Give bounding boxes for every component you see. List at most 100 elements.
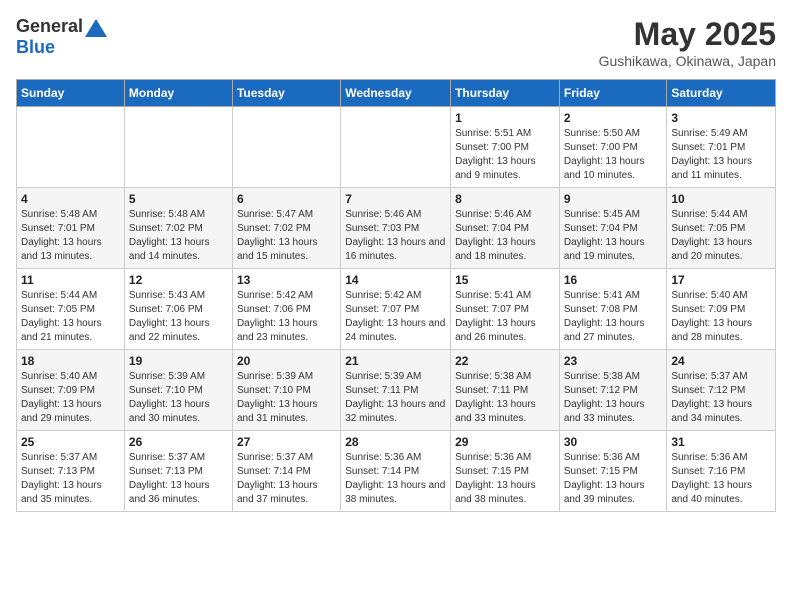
day-number: 6 — [237, 192, 336, 206]
cell-w3-d2: 13 Sunrise: 5:42 AMSunset: 7:06 PMDaylig… — [232, 269, 340, 350]
day-info: Sunrise: 5:48 AMSunset: 7:01 PMDaylight:… — [21, 208, 120, 264]
header-friday: Friday — [559, 80, 667, 107]
day-number: 27 — [237, 435, 336, 449]
header-wednesday: Wednesday — [341, 80, 451, 107]
logo-blue-text: Blue — [16, 37, 55, 57]
cell-w2-d5: 9 Sunrise: 5:45 AMSunset: 7:04 PMDayligh… — [559, 188, 667, 269]
day-number: 31 — [671, 435, 771, 449]
header-saturday: Saturday — [667, 80, 776, 107]
cell-w4-d4: 22 Sunrise: 5:38 AMSunset: 7:11 PMDaylig… — [451, 350, 560, 431]
cell-w2-d2: 6 Sunrise: 5:47 AMSunset: 7:02 PMDayligh… — [232, 188, 340, 269]
day-info: Sunrise: 5:50 AMSunset: 7:00 PMDaylight:… — [564, 127, 663, 183]
day-number: 24 — [671, 354, 771, 368]
day-number: 4 — [21, 192, 120, 206]
week-row-3: 11 Sunrise: 5:44 AMSunset: 7:05 PMDaylig… — [17, 269, 776, 350]
day-number: 13 — [237, 273, 336, 287]
day-info: Sunrise: 5:36 AMSunset: 7:15 PMDaylight:… — [564, 451, 663, 507]
week-row-5: 25 Sunrise: 5:37 AMSunset: 7:13 PMDaylig… — [17, 431, 776, 512]
day-number: 10 — [671, 192, 771, 206]
day-info: Sunrise: 5:40 AMSunset: 7:09 PMDaylight:… — [671, 289, 771, 345]
day-info: Sunrise: 5:46 AMSunset: 7:04 PMDaylight:… — [455, 208, 555, 264]
day-info: Sunrise: 5:51 AMSunset: 7:00 PMDaylight:… — [455, 127, 555, 183]
day-number: 9 — [564, 192, 663, 206]
cell-w5-d6: 31 Sunrise: 5:36 AMSunset: 7:16 PMDaylig… — [667, 431, 776, 512]
calendar-table: Sunday Monday Tuesday Wednesday Thursday… — [16, 79, 776, 512]
month-year-title: May 2025 — [599, 16, 776, 53]
day-info: Sunrise: 5:36 AMSunset: 7:16 PMDaylight:… — [671, 451, 771, 507]
day-number: 26 — [129, 435, 228, 449]
day-info: Sunrise: 5:37 AMSunset: 7:13 PMDaylight:… — [21, 451, 120, 507]
day-info: Sunrise: 5:41 AMSunset: 7:07 PMDaylight:… — [455, 289, 555, 345]
cell-w3-d6: 17 Sunrise: 5:40 AMSunset: 7:09 PMDaylig… — [667, 269, 776, 350]
day-info: Sunrise: 5:47 AMSunset: 7:02 PMDaylight:… — [237, 208, 336, 264]
day-info: Sunrise: 5:46 AMSunset: 7:03 PMDaylight:… — [345, 208, 446, 264]
day-info: Sunrise: 5:40 AMSunset: 7:09 PMDaylight:… — [21, 370, 120, 426]
day-number: 5 — [129, 192, 228, 206]
cell-w3-d0: 11 Sunrise: 5:44 AMSunset: 7:05 PMDaylig… — [17, 269, 125, 350]
day-info: Sunrise: 5:42 AMSunset: 7:07 PMDaylight:… — [345, 289, 446, 345]
cell-w5-d1: 26 Sunrise: 5:37 AMSunset: 7:13 PMDaylig… — [124, 431, 232, 512]
day-info: Sunrise: 5:41 AMSunset: 7:08 PMDaylight:… — [564, 289, 663, 345]
cell-w3-d5: 16 Sunrise: 5:41 AMSunset: 7:08 PMDaylig… — [559, 269, 667, 350]
day-info: Sunrise: 5:37 AMSunset: 7:13 PMDaylight:… — [129, 451, 228, 507]
day-number: 12 — [129, 273, 228, 287]
day-info: Sunrise: 5:45 AMSunset: 7:04 PMDaylight:… — [564, 208, 663, 264]
day-number: 15 — [455, 273, 555, 287]
cell-w1-d4: 1 Sunrise: 5:51 AMSunset: 7:00 PMDayligh… — [451, 107, 560, 188]
day-info: Sunrise: 5:36 AMSunset: 7:14 PMDaylight:… — [345, 451, 446, 507]
day-number: 21 — [345, 354, 446, 368]
cell-w1-d2 — [232, 107, 340, 188]
cell-w4-d5: 23 Sunrise: 5:38 AMSunset: 7:12 PMDaylig… — [559, 350, 667, 431]
day-info: Sunrise: 5:37 AMSunset: 7:14 PMDaylight:… — [237, 451, 336, 507]
logo-icon — [85, 19, 107, 37]
cell-w4-d6: 24 Sunrise: 5:37 AMSunset: 7:12 PMDaylig… — [667, 350, 776, 431]
cell-w3-d4: 15 Sunrise: 5:41 AMSunset: 7:07 PMDaylig… — [451, 269, 560, 350]
day-number: 22 — [455, 354, 555, 368]
day-info: Sunrise: 5:39 AMSunset: 7:11 PMDaylight:… — [345, 370, 446, 426]
cell-w5-d4: 29 Sunrise: 5:36 AMSunset: 7:15 PMDaylig… — [451, 431, 560, 512]
day-number: 20 — [237, 354, 336, 368]
cell-w1-d1 — [124, 107, 232, 188]
day-number: 1 — [455, 111, 555, 125]
day-number: 2 — [564, 111, 663, 125]
day-info: Sunrise: 5:36 AMSunset: 7:15 PMDaylight:… — [455, 451, 555, 507]
logo: General Blue — [16, 16, 107, 58]
day-info: Sunrise: 5:48 AMSunset: 7:02 PMDaylight:… — [129, 208, 228, 264]
cell-w5-d0: 25 Sunrise: 5:37 AMSunset: 7:13 PMDaylig… — [17, 431, 125, 512]
cell-w2-d1: 5 Sunrise: 5:48 AMSunset: 7:02 PMDayligh… — [124, 188, 232, 269]
day-number: 23 — [564, 354, 663, 368]
day-number: 11 — [21, 273, 120, 287]
cell-w3-d3: 14 Sunrise: 5:42 AMSunset: 7:07 PMDaylig… — [341, 269, 451, 350]
day-info: Sunrise: 5:37 AMSunset: 7:12 PMDaylight:… — [671, 370, 771, 426]
title-section: May 2025 Gushikawa, Okinawa, Japan — [599, 16, 776, 69]
day-info: Sunrise: 5:39 AMSunset: 7:10 PMDaylight:… — [237, 370, 336, 426]
week-row-1: 1 Sunrise: 5:51 AMSunset: 7:00 PMDayligh… — [17, 107, 776, 188]
day-info: Sunrise: 5:38 AMSunset: 7:12 PMDaylight:… — [564, 370, 663, 426]
day-number: 18 — [21, 354, 120, 368]
cell-w1-d0 — [17, 107, 125, 188]
cell-w5-d3: 28 Sunrise: 5:36 AMSunset: 7:14 PMDaylig… — [341, 431, 451, 512]
day-number: 7 — [345, 192, 446, 206]
day-info: Sunrise: 5:49 AMSunset: 7:01 PMDaylight:… — [671, 127, 771, 183]
header-tuesday: Tuesday — [232, 80, 340, 107]
cell-w1-d6: 3 Sunrise: 5:49 AMSunset: 7:01 PMDayligh… — [667, 107, 776, 188]
day-info: Sunrise: 5:38 AMSunset: 7:11 PMDaylight:… — [455, 370, 555, 426]
weekday-header-row: Sunday Monday Tuesday Wednesday Thursday… — [17, 80, 776, 107]
day-info: Sunrise: 5:43 AMSunset: 7:06 PMDaylight:… — [129, 289, 228, 345]
day-number: 8 — [455, 192, 555, 206]
cell-w2-d3: 7 Sunrise: 5:46 AMSunset: 7:03 PMDayligh… — [341, 188, 451, 269]
header-monday: Monday — [124, 80, 232, 107]
cell-w4-d3: 21 Sunrise: 5:39 AMSunset: 7:11 PMDaylig… — [341, 350, 451, 431]
day-info: Sunrise: 5:44 AMSunset: 7:05 PMDaylight:… — [671, 208, 771, 264]
cell-w1-d5: 2 Sunrise: 5:50 AMSunset: 7:00 PMDayligh… — [559, 107, 667, 188]
day-number: 30 — [564, 435, 663, 449]
day-number: 19 — [129, 354, 228, 368]
day-number: 3 — [671, 111, 771, 125]
day-number: 14 — [345, 273, 446, 287]
cell-w2-d6: 10 Sunrise: 5:44 AMSunset: 7:05 PMDaylig… — [667, 188, 776, 269]
cell-w1-d3 — [341, 107, 451, 188]
day-info: Sunrise: 5:44 AMSunset: 7:05 PMDaylight:… — [21, 289, 120, 345]
cell-w5-d2: 27 Sunrise: 5:37 AMSunset: 7:14 PMDaylig… — [232, 431, 340, 512]
cell-w5-d5: 30 Sunrise: 5:36 AMSunset: 7:15 PMDaylig… — [559, 431, 667, 512]
week-row-4: 18 Sunrise: 5:40 AMSunset: 7:09 PMDaylig… — [17, 350, 776, 431]
